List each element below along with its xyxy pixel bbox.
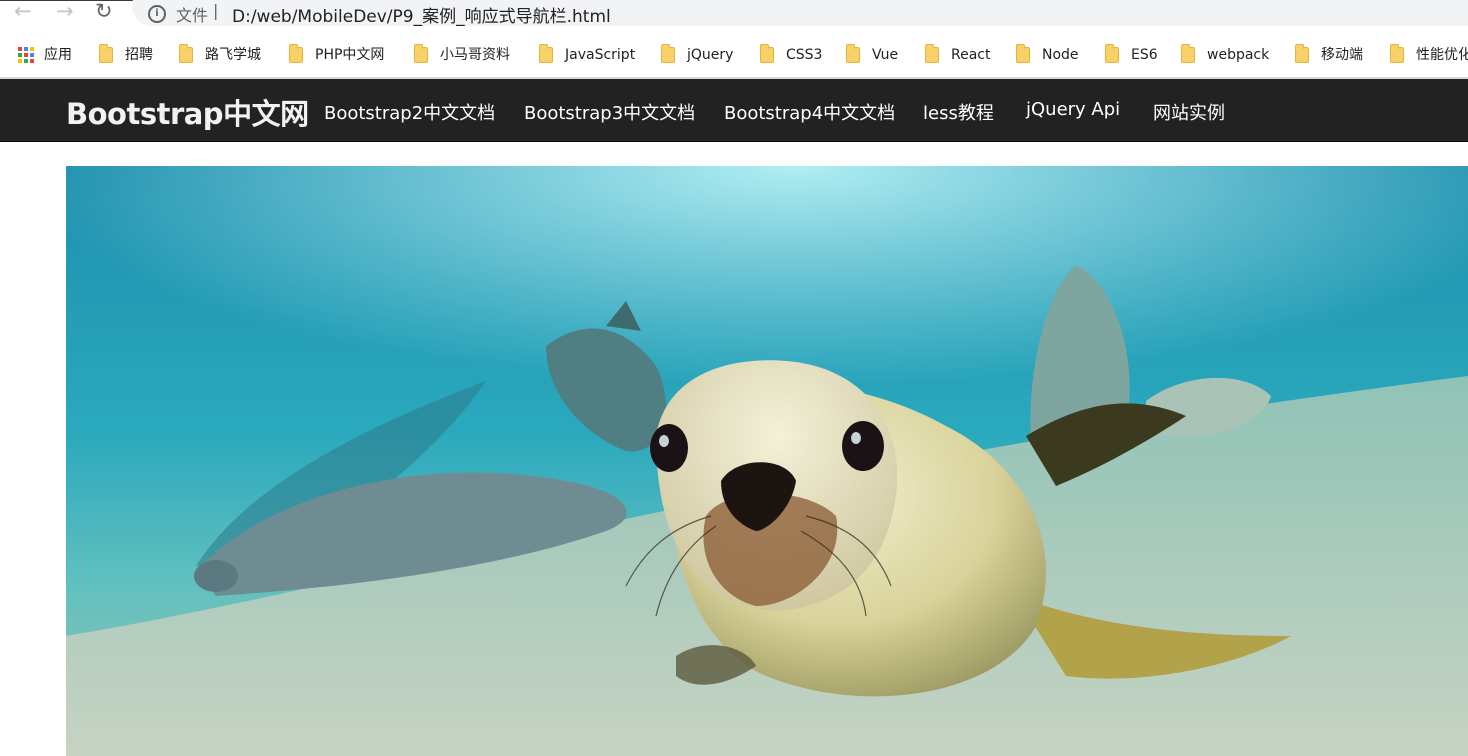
bookmark-label: 应用	[44, 47, 72, 63]
browser-toolbar: ← → ↻ i 文件 | D:/web/MobileDev/P9_案例_响应式导…	[0, 0, 1468, 30]
bookmark-item[interactable]: 路飞学城	[179, 44, 261, 65]
bookmark-label: Node	[1042, 47, 1079, 63]
folder-icon	[1390, 44, 1404, 63]
navbar-brand[interactable]: Bootstrap中文网	[66, 91, 309, 133]
folder-icon	[1295, 44, 1309, 63]
folder-icon	[760, 44, 774, 63]
bookmark-item[interactable]: 招聘	[99, 44, 153, 65]
bookmark-item[interactable]: 性能优化	[1390, 44, 1468, 65]
site-navbar: Bootstrap中文网 Bootstrap2中文文档 Bootstrap3中文…	[0, 79, 1468, 142]
folder-icon	[1181, 44, 1195, 63]
bookmark-label: CSS3	[786, 47, 823, 63]
folder-icon	[179, 44, 193, 63]
bookmark-apps[interactable]: 应用	[18, 45, 72, 65]
bookmark-label: webpack	[1207, 47, 1270, 63]
folder-icon	[414, 44, 428, 63]
bookmark-label: 性能优化	[1416, 47, 1468, 63]
bookmark-label: 小马哥资料	[440, 47, 510, 63]
forward-arrow-icon[interactable]: →	[56, 0, 74, 24]
bookmark-item[interactable]: webpack	[1181, 44, 1270, 65]
bookmark-item[interactable]: 小马哥资料	[414, 44, 510, 65]
bookmark-label: jQuery	[687, 47, 734, 63]
bookmark-item[interactable]: PHP中文网	[289, 44, 385, 65]
reload-icon[interactable]: ↻	[95, 0, 113, 24]
nav-link-jquery-api[interactable]: jQuery Api	[1026, 99, 1120, 120]
nav-link-examples[interactable]: 网站实例	[1153, 99, 1225, 125]
address-label: 文件	[176, 6, 209, 25]
bookmark-item[interactable]: ES6	[1105, 44, 1158, 65]
address-url[interactable]: D:/web/MobileDev/P9_案例_响应式导航栏.html	[232, 2, 611, 27]
address-separator: |	[213, 1, 219, 20]
back-arrow-icon[interactable]: ←	[14, 0, 32, 24]
nav-link-less[interactable]: less教程	[923, 99, 994, 125]
bookmark-item[interactable]: Node	[1016, 44, 1079, 65]
bookmarks-bar: 应用 招聘 路飞学城 PHP中文网 小马哥资料 JavaScript jQuer…	[0, 30, 1468, 79]
bookmark-item[interactable]: CSS3	[760, 44, 823, 65]
bookmark-item[interactable]: Vue	[846, 44, 899, 65]
folder-icon	[289, 44, 303, 63]
sea-lion-photo-icon	[66, 166, 1468, 756]
folder-icon	[661, 44, 675, 63]
folder-icon	[1016, 44, 1030, 63]
info-icon[interactable]: i	[148, 5, 166, 23]
bookmark-label: 招聘	[125, 47, 153, 63]
folder-icon	[1105, 44, 1119, 63]
folder-icon	[539, 44, 553, 63]
bookmark-label: Vue	[872, 47, 899, 63]
bookmark-item[interactable]: jQuery	[661, 44, 734, 65]
bookmark-label: JavaScript	[565, 47, 636, 63]
bookmark-item[interactable]: JavaScript	[539, 44, 636, 65]
nav-link-bootstrap4[interactable]: Bootstrap4中文文档	[724, 99, 895, 125]
bookmark-label: React	[951, 47, 991, 63]
bookmark-label: 移动端	[1321, 47, 1363, 63]
bookmark-label: PHP中文网	[315, 47, 385, 63]
nav-link-bootstrap3[interactable]: Bootstrap3中文文档	[524, 99, 695, 125]
bookmark-label: ES6	[1131, 47, 1158, 63]
bookmark-item[interactable]: 移动端	[1295, 44, 1363, 65]
folder-icon	[846, 44, 860, 63]
bookmark-item[interactable]: React	[925, 44, 991, 65]
folder-icon	[925, 44, 939, 63]
nav-link-bootstrap2[interactable]: Bootstrap2中文文档	[324, 99, 495, 125]
hero-image	[66, 166, 1468, 756]
bookmark-label: 路飞学城	[205, 47, 261, 63]
folder-icon	[99, 44, 113, 63]
apps-grid-icon	[18, 47, 34, 63]
